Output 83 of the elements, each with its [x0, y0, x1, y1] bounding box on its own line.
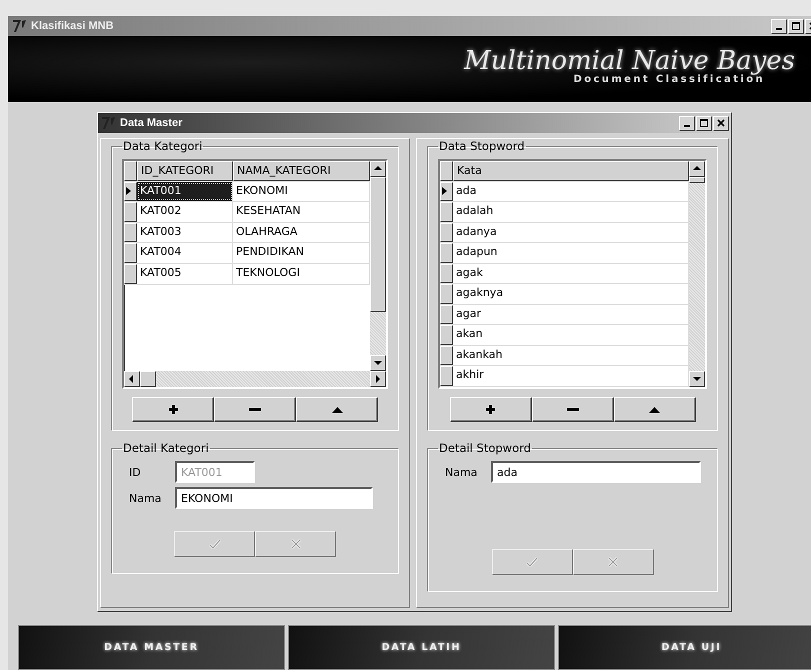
column-header[interactable]: NAMA_KATEGORI	[233, 161, 370, 181]
row-indicator[interactable]	[440, 304, 453, 324]
app-logo-icon	[12, 19, 28, 33]
cross-icon	[608, 557, 618, 567]
row-indicator[interactable]	[124, 264, 137, 284]
scrollbar-thumb[interactable]	[140, 371, 156, 387]
row-indicator[interactable]	[440, 325, 453, 345]
current-row-icon	[441, 186, 448, 196]
table-cell[interactable]: KAT002	[137, 202, 233, 222]
check-icon	[526, 557, 538, 567]
scroll-arrow-button[interactable]	[689, 161, 705, 177]
cross-icon	[290, 539, 300, 549]
row-indicator[interactable]	[440, 202, 453, 222]
horizontal-scrollbar[interactable]	[124, 371, 386, 387]
table-cell[interactable]: KAT004	[137, 243, 233, 263]
up-triangle-icon	[649, 406, 660, 412]
field-label: Nama	[444, 466, 478, 478]
banner-subtitle: Document Classification	[574, 74, 765, 85]
close-icon	[716, 118, 726, 128]
minimize-icon	[776, 28, 782, 30]
group-title: Detail Stopword	[438, 441, 532, 455]
plus-icon	[486, 405, 495, 414]
close-button[interactable]	[713, 116, 729, 130]
row-indicator[interactable]	[440, 264, 453, 284]
current-row-icon	[125, 186, 132, 196]
table-cell[interactable]: KAT003	[137, 222, 233, 242]
scroll-arrow-button[interactable]	[689, 371, 705, 387]
group-title: Data Stopword	[438, 139, 526, 153]
minimize-icon	[684, 125, 690, 127]
nav-button[interactable]: DATA LATIH	[288, 625, 555, 670]
remove-button[interactable]	[214, 397, 296, 422]
input-field[interactable]: ada	[491, 461, 701, 483]
group-title: Detail Kategori	[122, 441, 210, 455]
maximize-icon	[791, 21, 801, 31]
up-button[interactable]	[296, 397, 378, 422]
minus-icon	[566, 408, 578, 412]
row-indicator[interactable]	[440, 182, 453, 202]
minimize-button[interactable]	[679, 116, 695, 130]
down-triangle-icon	[373, 358, 383, 368]
field-label: ID	[128, 466, 142, 478]
table-cell[interactable]: KAT001	[137, 182, 233, 202]
row-indicator[interactable]	[440, 222, 453, 242]
row-indicator[interactable]	[124, 202, 137, 222]
up-button[interactable]	[614, 397, 696, 422]
minimize-button[interactable]	[771, 18, 787, 34]
row-indicator[interactable]	[440, 366, 453, 386]
scroll-arrow-button[interactable]	[370, 355, 386, 371]
row-indicator[interactable]	[124, 182, 137, 202]
group-title: Data Kategori	[122, 139, 204, 153]
vertical-scrollbar[interactable]	[370, 161, 386, 371]
scroll-arrow-button[interactable]	[370, 371, 386, 387]
window-title: Klasifikasi MNB	[31, 20, 115, 32]
right-triangle-icon	[373, 374, 383, 384]
scrollbar-thumb[interactable]	[370, 177, 386, 312]
plus-icon	[168, 405, 178, 414]
down-triangle-icon	[692, 374, 702, 384]
column-header[interactable]: ID_KATEGORI	[137, 161, 233, 181]
row-indicator[interactable]	[440, 346, 453, 366]
maximize-icon	[699, 118, 709, 128]
add-button[interactable]	[132, 397, 214, 422]
scrollbar-thumb[interactable]	[689, 177, 705, 183]
maximize-button[interactable]	[696, 116, 712, 130]
input-field[interactable]: EKONOMI	[175, 487, 373, 509]
scroll-arrow-button[interactable]	[124, 371, 140, 387]
vertical-scrollbar[interactable]	[689, 161, 705, 387]
nav-button[interactable]: DATA UJI	[558, 625, 811, 670]
nav-button[interactable]: DATA MASTER	[18, 625, 285, 670]
check-icon	[208, 539, 220, 549]
row-indicator[interactable]	[124, 243, 137, 263]
up-triangle-icon	[332, 406, 342, 412]
scroll-arrow-button[interactable]	[370, 161, 386, 177]
maximize-button[interactable]	[788, 18, 804, 34]
dialog-title: Data Master	[120, 117, 184, 129]
add-button[interactable]	[450, 397, 532, 422]
column-header[interactable]: Kata	[453, 161, 689, 181]
row-indicator[interactable]	[124, 222, 137, 242]
table-cell[interactable]: KAT005	[137, 264, 233, 284]
minus-icon	[249, 408, 261, 412]
remove-button[interactable]	[532, 397, 614, 422]
app-logo-icon	[101, 116, 117, 130]
row-indicator[interactable]	[440, 284, 453, 304]
row-indicator[interactable]	[440, 243, 453, 263]
field-label: Nama	[128, 492, 162, 504]
